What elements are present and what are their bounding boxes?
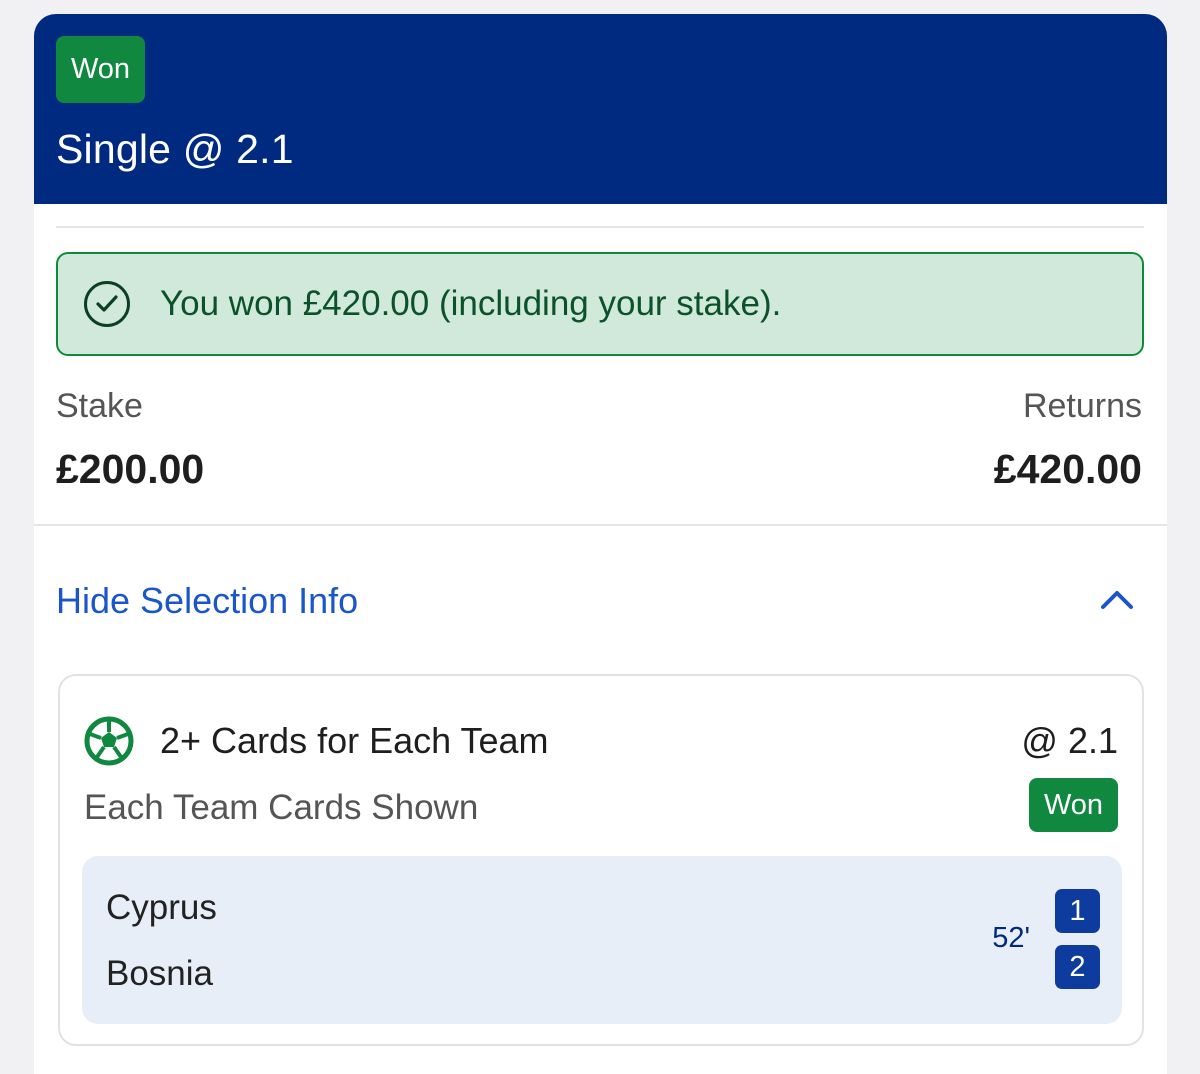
away-score: 2 <box>1055 945 1100 989</box>
bet-header: Won Single @ 2.1 <box>34 14 1167 204</box>
bet-card: Won Single @ 2.1 You won £420.00 (includ… <box>34 14 1167 1074</box>
football-icon <box>84 716 134 766</box>
home-score: 1 <box>1055 889 1100 933</box>
win-message: You won £420.00 (including your stake). <box>160 284 782 323</box>
divider <box>34 524 1167 526</box>
chevron-up-icon[interactable] <box>1099 585 1135 615</box>
selection-status-badge: Won <box>1029 778 1118 832</box>
selection-card: 2+ Cards for Each Team @ 2.1 Each Team C… <box>58 674 1144 1046</box>
win-banner: You won £420.00 (including your stake). <box>56 252 1144 356</box>
match-minute: 52' <box>992 922 1030 954</box>
bet-title: Single @ 2.1 <box>56 126 294 172</box>
market-title: 2+ Cards for Each Team <box>160 720 549 761</box>
check-circle-icon <box>84 281 130 327</box>
status-badge: Won <box>56 36 145 103</box>
stake-label: Stake <box>56 387 143 425</box>
divider <box>56 226 1144 228</box>
selection-odds: @ 2.1 <box>1021 720 1118 761</box>
market-type: Each Team Cards Shown <box>84 788 479 827</box>
returns-label: Returns <box>1022 387 1142 425</box>
hide-selection-info-link[interactable]: Hide Selection Info <box>56 580 358 622</box>
stake-value: £200.00 <box>56 446 205 492</box>
home-team: Cyprus <box>106 888 217 927</box>
match-score-box[interactable]: Cyprus Bosnia 52' 1 2 <box>82 856 1122 1024</box>
away-team: Bosnia <box>106 954 214 993</box>
returns-value: £420.00 <box>993 446 1142 492</box>
